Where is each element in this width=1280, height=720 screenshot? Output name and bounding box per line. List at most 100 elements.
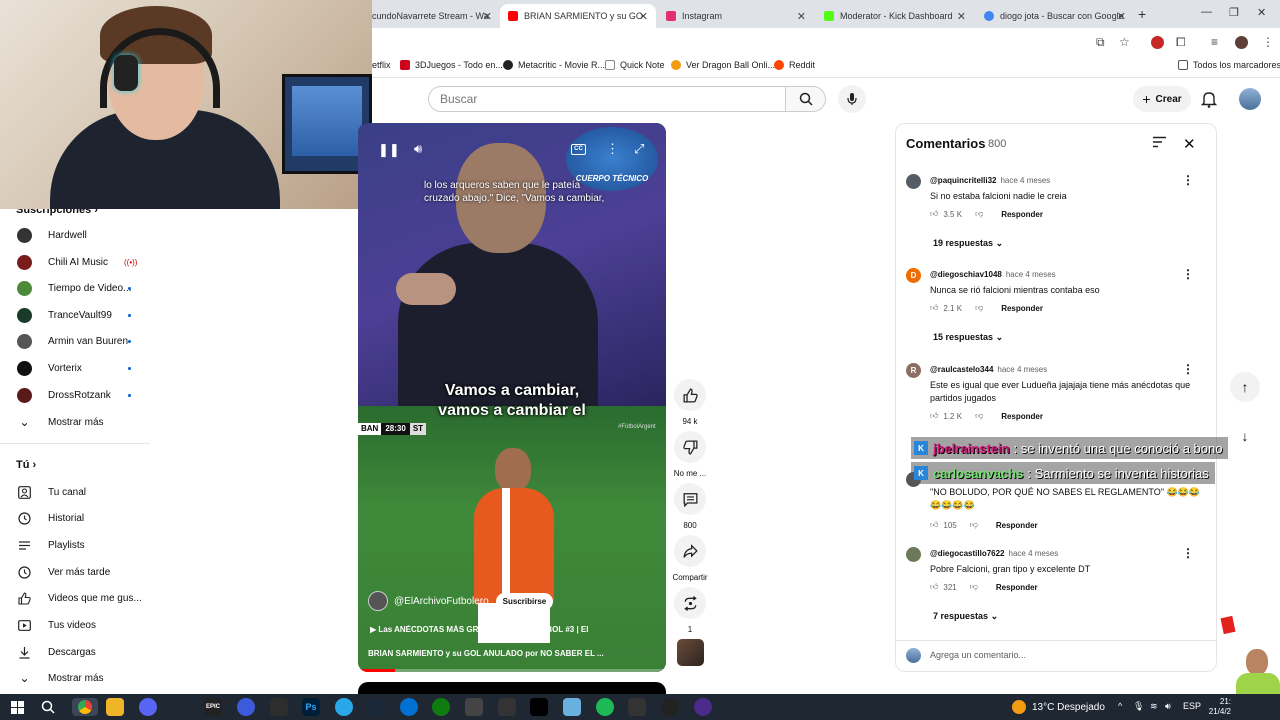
close-window-icon[interactable]: ✕	[1257, 6, 1266, 19]
add-comment-input[interactable]: Agrega un comentario...	[930, 650, 1026, 660]
reply-button[interactable]: Responder	[1001, 210, 1043, 219]
dislike-icon[interactable]: 👎︎	[975, 411, 983, 421]
comment-time[interactable]: hace 4 meses	[997, 365, 1047, 374]
dislike-icon[interactable]: 👎︎	[975, 209, 983, 219]
notifications-button[interactable]	[1200, 90, 1218, 111]
browser-tab[interactable]: cundoNavarrete Stream - Wa ✕	[364, 4, 500, 28]
reply-button[interactable]: Responder	[996, 521, 1038, 530]
bookmark-star-icon[interactable]: ☆	[1119, 35, 1130, 49]
sidebar-item-armin-van-buuren[interactable]: Armin van Buuren	[0, 328, 150, 354]
commenter-avatar[interactable]	[906, 547, 921, 562]
comment-more-icon[interactable]: ⋮	[1182, 173, 1194, 187]
photoshop-icon[interactable]: Ps	[302, 698, 320, 716]
sidebar-item-your-channel[interactable]: Tu canal	[0, 479, 150, 505]
close-tab-icon[interactable]: ✕	[639, 10, 648, 23]
sidebar-item-liked-videos[interactable]: Videos que me gus...	[0, 585, 150, 611]
like-icon[interactable]: 👍︎	[930, 411, 938, 421]
bookmark-dragon-ball[interactable]: Ver Dragon Ball Onli...	[671, 60, 775, 70]
sidebar-item-trancevault99[interactable]: TranceVault99	[0, 302, 150, 328]
close-tab-icon[interactable]: ✕	[957, 10, 966, 23]
closed-captions-icon[interactable]: CC	[571, 144, 586, 155]
tiktok-icon[interactable]	[530, 698, 548, 716]
sidebar-show-more[interactable]: ⌄ Mostrar más	[0, 409, 150, 435]
bookmark-quick-note[interactable]: Quick Note	[605, 60, 665, 70]
comment-time[interactable]: hace 4 meses	[1009, 549, 1059, 558]
extensions-puzzle-icon[interactable]: ⧠	[1176, 35, 1186, 50]
sort-comments-icon[interactable]	[1152, 136, 1167, 151]
search-icon[interactable]	[39, 698, 57, 716]
xbox-icon[interactable]	[432, 698, 450, 716]
close-icon[interactable]: ✕	[1183, 135, 1196, 153]
app-icon[interactable]	[628, 698, 646, 716]
browser-tab[interactable]: Instagram ✕	[658, 4, 814, 28]
extension-badge-icon[interactable]	[1151, 36, 1164, 49]
restore-icon[interactable]: ❐	[1229, 6, 1239, 19]
chevron-up-icon[interactable]: ^	[1118, 701, 1122, 711]
telegram-icon[interactable]	[335, 698, 353, 716]
sidebar-item-tiempo-de-video[interactable]: Tiempo de Video...	[0, 275, 150, 301]
view-replies-button[interactable]: 15 respuestas ⌄	[933, 332, 1003, 343]
profile-avatar-icon[interactable]	[1235, 36, 1248, 49]
comment-more-icon[interactable]: ⋮	[1182, 546, 1194, 560]
you-heading[interactable]: Tú ›	[16, 459, 36, 471]
dislike-icon[interactable]: 👎︎	[975, 303, 983, 313]
close-tab-icon[interactable]: ✕	[797, 10, 806, 23]
like-icon[interactable]: 👍︎	[930, 520, 938, 530]
language-indicator[interactable]: ESP	[1183, 701, 1201, 711]
reply-button[interactable]: Responder	[996, 583, 1038, 592]
obs-icon[interactable]	[661, 698, 679, 716]
sidebar-item-history[interactable]: Historial	[0, 505, 150, 531]
sidebar-item-chili-ai-music[interactable]: Chili AI Music ((•))	[0, 249, 150, 275]
subscribe-button[interactable]: Suscribirse	[495, 592, 554, 610]
dislike-icon[interactable]: 👎︎	[970, 520, 978, 530]
windows-start-icon[interactable]	[8, 698, 26, 716]
commenter-avatar[interactable]: D	[906, 268, 921, 283]
app-icon[interactable]	[563, 698, 581, 716]
sidebar-item-watch-later[interactable]: Ver más tarde	[0, 559, 150, 585]
comment-author[interactable]: @diegoschiav1048	[930, 270, 1002, 279]
media-control-icon[interactable]: ≡	[1211, 35, 1218, 49]
search-input[interactable]: Buscar	[428, 86, 786, 112]
sidebar-item-hardwell[interactable]: Hardwell	[0, 222, 150, 248]
bookmark-metacritic[interactable]: Metacritic - Movie R...	[503, 60, 605, 70]
like-button[interactable]: 94 k	[672, 379, 708, 426]
app-icon[interactable]	[694, 698, 712, 716]
comment-time[interactable]: hace 4 meses	[1000, 176, 1050, 185]
sidebar-item-vorterix[interactable]: Vorterix	[0, 355, 150, 381]
bookmark-netflix[interactable]: etflix	[372, 60, 391, 70]
chrome-icon[interactable]	[72, 698, 98, 716]
bookmark-3djuegos[interactable]: 3DJuegos - Todo en...	[400, 60, 503, 70]
remix-button[interactable]: 1	[672, 587, 708, 634]
next-short-button[interactable]: ↓	[1230, 421, 1260, 451]
more-options-icon[interactable]: ⋮	[606, 141, 619, 157]
app-icon[interactable]	[498, 698, 516, 716]
app-icon[interactable]	[465, 698, 483, 716]
browser-tab[interactable]: Moderator - Kick Dashboard ✕	[816, 4, 974, 28]
shorts-player[interactable]: CUERPO TÉCNICO lo los arqueros saben que…	[358, 123, 666, 672]
app-icon[interactable]	[400, 698, 418, 716]
share-button[interactable]: Compartir	[672, 535, 708, 582]
volume-icon[interactable]: 🔊︎	[414, 141, 422, 157]
browser-menu-icon[interactable]: ⋮	[1262, 35, 1274, 49]
comment-more-icon[interactable]: ⋮	[1182, 267, 1194, 281]
sidebar-item-your-videos[interactable]: Tus videos	[0, 612, 150, 638]
wifi-icon[interactable]: ≋	[1150, 701, 1158, 712]
comment-more-icon[interactable]: ⋮	[1182, 362, 1194, 376]
search-button[interactable]	[786, 86, 826, 112]
speaker-icon[interactable]: 🔊︎	[1165, 701, 1171, 712]
file-explorer-icon[interactable]	[106, 698, 124, 716]
like-icon[interactable]: 👍︎	[930, 582, 938, 592]
pause-icon[interactable]: ❚❚	[378, 142, 400, 158]
browser-tab[interactable]: diogo jota - Buscar con Google ✕	[976, 4, 1134, 28]
microphone-icon[interactable]: 🎙︎	[1133, 701, 1144, 712]
like-icon[interactable]: 👍︎	[930, 209, 938, 219]
sound-thumbnail[interactable]	[677, 639, 704, 666]
sidebar-show-more-2[interactable]: ⌄ Mostrar más	[0, 665, 150, 691]
view-replies-button[interactable]: 19 respuestas ⌄	[933, 238, 1003, 249]
new-tab-icon[interactable]: +	[1138, 6, 1146, 22]
minimize-icon[interactable]: —	[1201, 6, 1212, 18]
dislike-button[interactable]: No me ...	[672, 431, 708, 478]
view-replies-button[interactable]: 7 respuestas ⌄	[933, 611, 998, 622]
clock[interactable]: 21: 21/4/2	[1205, 697, 1231, 717]
install-app-icon[interactable]: ⧉	[1096, 35, 1105, 50]
